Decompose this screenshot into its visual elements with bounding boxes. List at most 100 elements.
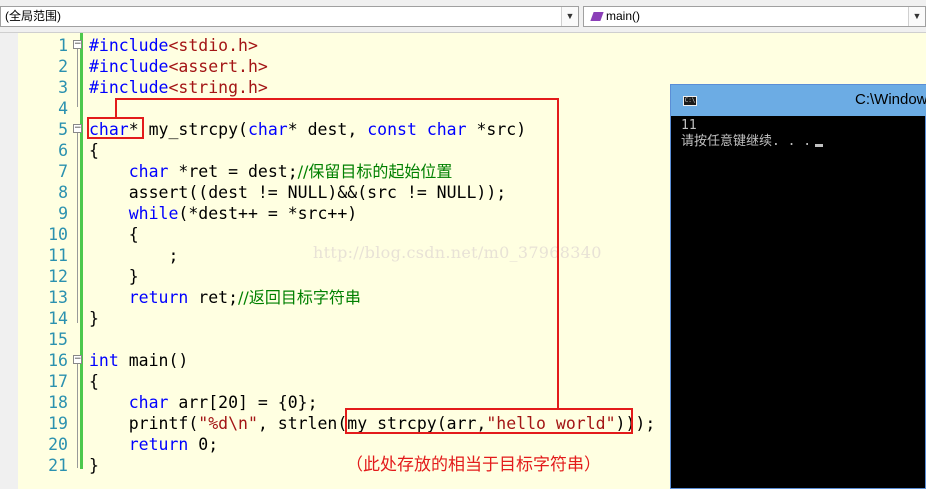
line-number: 21 [48,456,68,475]
code-token: char [128,162,169,181]
code-text: assert((dest != NULL)&&(src != NULL)); [89,182,507,203]
function-label: main() [606,9,641,23]
code-text: int main() [89,350,188,371]
console-line: 11 [681,118,697,133]
function-dropdown[interactable]: main() ▼ [583,6,926,27]
code-token: #include [89,36,169,55]
code-token: } [89,456,99,475]
console-window[interactable]: C:\ C:\Windows 11请按任意键继续. . . [670,84,926,489]
code-text: } [89,455,99,476]
console-icon: C:\ [683,96,697,106]
annotation-text: （此处存放的相当于目标字符串） [346,455,601,475]
code-token: <assert.h> [168,57,268,76]
console-line: 请按任意键继续. . . [681,134,824,150]
code-text: } [89,266,139,287]
code-text: #include<string.h> [89,77,268,98]
line-number: 6 [58,141,68,160]
line-number: 5 [58,120,68,139]
line-number: 17 [48,372,68,391]
code-token: const [367,120,417,139]
code-line[interactable]: 1− #include<stdio.h> [0,35,926,56]
collapse-icon[interactable]: − [73,355,82,364]
code-text: ; [89,245,178,266]
code-text: { [89,140,99,161]
line-number: 16 [48,351,68,370]
collapse-icon[interactable]: − [73,40,82,49]
code-token: * dest, [287,120,368,139]
code-text: #include<assert.h> [89,56,268,77]
line-number: 3 [58,78,68,97]
line-number: 1 [58,36,68,55]
connector-line [557,98,559,410]
code-token: * my_strcpy( [128,120,248,139]
line-number: 11 [48,246,68,265]
method-icon [590,12,604,21]
code-text: char *ret = dest;//保留目标的起始位置 [89,161,453,182]
scope-dropdown[interactable]: (全局范围) ▼ [0,6,579,27]
line-number: 19 [48,414,68,433]
connector-line [115,98,117,118]
code-text: return 0; [89,434,218,455]
code-token: { [89,225,139,244]
console-line-text: 请按任意键继续. . . [681,134,812,149]
code-token: <stdio.h> [168,36,258,55]
code-text: char* my_strcpy(char* dest, const char *… [89,119,526,140]
console-titlebar[interactable]: C:\ C:\Windows [671,85,926,116]
code-token: //返回目标字符串 [238,288,361,307]
code-token: "%d\n" [198,414,258,433]
code-token: *src) [466,120,527,139]
code-token: ret; [188,288,239,307]
code-token: ; [89,246,179,265]
code-token: } [89,309,99,328]
code-token: return [128,288,189,307]
call-highlight [345,408,633,434]
line-number: 2 [58,57,68,76]
code-token: assert((dest != NULL)&&(src != NULL)); [89,183,507,202]
code-token: main() [118,351,189,370]
scope-label: (全局范围) [5,9,61,23]
line-number: 15 [48,330,68,349]
line-number: 8 [58,183,68,202]
code-line[interactable]: 2 #include<assert.h> [0,56,926,77]
code-token: while [128,204,179,223]
code-token: (*dest++ = *src++) [178,204,358,223]
connector-line [115,98,559,100]
code-token: } [89,267,139,286]
code-text: { [89,371,99,392]
chevron-down-icon[interactable]: ▼ [908,7,925,26]
chevron-down-icon[interactable]: ▼ [561,7,578,26]
code-token: char [247,120,288,139]
code-text: while(*dest++ = *src++) [89,203,357,224]
line-number: 18 [48,393,68,412]
line-number: 12 [48,267,68,286]
line-number: 7 [58,162,68,181]
code-token: return [128,435,189,454]
line-number: 4 [58,99,68,118]
code-token: #include [89,78,169,97]
line-number: 14 [48,309,68,328]
code-token: { [89,372,99,391]
code-token: char [426,120,467,139]
code-text: char arr[20] = {0}; [89,392,318,413]
code-token: //保留目标的起始位置 [297,162,453,181]
code-token: printf( [89,414,199,433]
code-text: { [89,224,139,245]
line-number: 20 [48,435,68,454]
line-number: 13 [48,288,68,307]
code-token: int [89,351,119,370]
code-text: } [89,308,99,329]
collapse-icon[interactable]: − [73,124,82,133]
console-output: 11 请按任意键继续. . . [681,118,824,150]
navigation-bar: (全局范围) ▼ main() ▼ [0,0,926,33]
code-text: return ret;//返回目标字符串 [89,287,361,308]
console-title: C:\Windows [855,91,926,108]
line-number: 9 [58,204,68,223]
code-text: #include<stdio.h> [89,35,258,56]
line-number: 10 [48,225,68,244]
code-token: char [128,393,169,412]
text-cursor [815,144,824,147]
